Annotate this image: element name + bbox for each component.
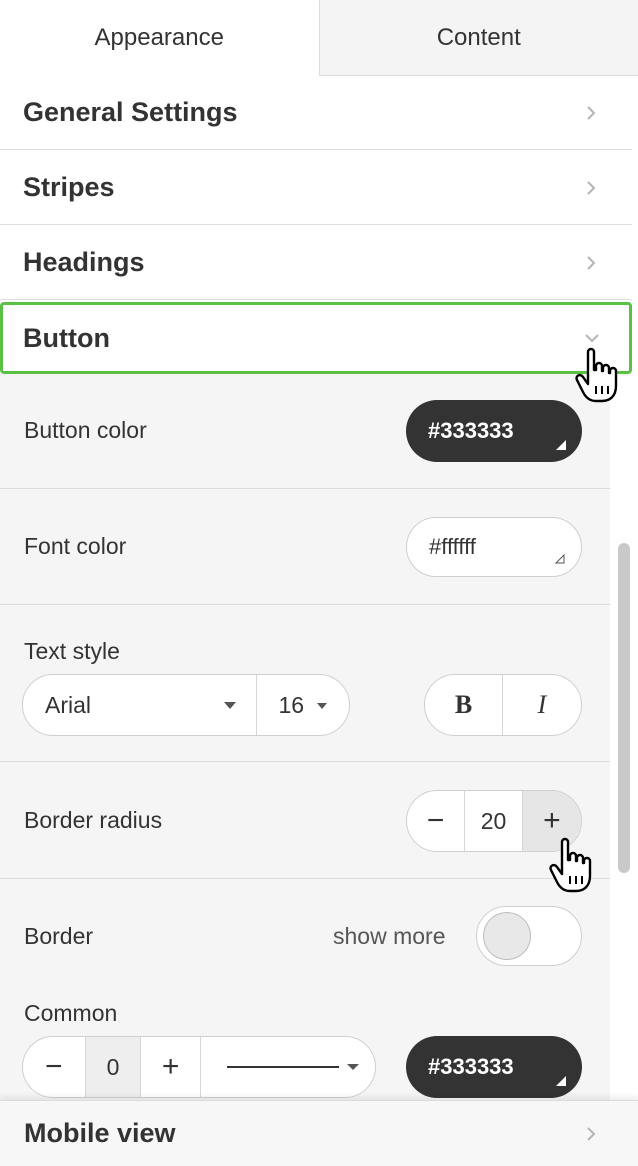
border-width-group: − 0 + xyxy=(22,1036,376,1098)
solid-line-icon xyxy=(226,1064,359,1070)
common-label: Common xyxy=(24,1000,118,1026)
tab-bar: Appearance Content xyxy=(0,0,638,76)
chevron-right-icon xyxy=(587,180,596,195)
scrollbar-thumb[interactable] xyxy=(618,543,630,873)
divider xyxy=(0,761,610,762)
border-width-value: 0 xyxy=(84,1037,141,1097)
font-color-label: Font color xyxy=(24,533,127,559)
font-color-picker[interactable]: #ffffff xyxy=(406,517,582,577)
font-size-select[interactable]: 16 xyxy=(255,675,350,735)
chevron-right-icon xyxy=(587,105,596,120)
hand-cursor-icon xyxy=(575,347,618,403)
font-family-select[interactable]: Arial xyxy=(23,675,256,735)
font-select-group: Arial 16 xyxy=(22,674,350,736)
font-size-value: 16 xyxy=(278,691,305,718)
divider xyxy=(0,604,610,605)
show-more-label: show more xyxy=(333,923,446,949)
text-style-label: Text style xyxy=(24,638,120,664)
section-title: Button xyxy=(23,322,110,353)
corner-handle-icon xyxy=(555,554,565,564)
button-color-value: #333333 xyxy=(428,418,514,443)
button-settings-panel: Button color #333333 Font color #ffffff … xyxy=(0,374,610,1100)
section-mobile-view[interactable]: Mobile view xyxy=(0,1100,638,1166)
chevron-down-icon xyxy=(585,334,599,343)
caret-down-icon xyxy=(223,702,236,709)
section-title: Headings xyxy=(23,247,145,277)
decrement-button[interactable]: − xyxy=(407,791,464,851)
corner-handle-icon xyxy=(556,440,566,450)
toggle-knob xyxy=(483,912,531,960)
section-title: Stripes xyxy=(23,172,115,202)
section-title: Mobile view xyxy=(24,1118,176,1148)
chevron-right-icon xyxy=(587,1126,596,1141)
button-color-label: Button color xyxy=(24,417,147,443)
divider xyxy=(0,488,610,489)
section-general-settings[interactable]: General Settings xyxy=(0,76,632,150)
caret-down-icon xyxy=(317,703,327,709)
button-color-picker[interactable]: #333333 xyxy=(406,400,582,462)
border-label: Border xyxy=(24,923,94,949)
border-color-picker[interactable]: #333333 xyxy=(406,1036,582,1098)
corner-handle-icon xyxy=(556,1076,566,1086)
section-stripes[interactable]: Stripes xyxy=(0,151,632,225)
section-headings[interactable]: Headings xyxy=(0,226,632,300)
hand-cursor-icon xyxy=(549,837,592,893)
chevron-right-icon xyxy=(587,255,596,270)
section-title: General Settings xyxy=(23,97,238,127)
divider xyxy=(0,878,610,879)
show-more-toggle[interactable] xyxy=(476,906,582,966)
increment-button[interactable]: + xyxy=(140,1037,200,1097)
italic-button[interactable]: I xyxy=(502,675,581,735)
section-button[interactable]: Button xyxy=(0,302,632,374)
border-style-select[interactable] xyxy=(199,1037,375,1097)
tab-appearance[interactable]: Appearance xyxy=(0,0,319,76)
border-radius-value: 20 xyxy=(464,791,521,851)
font-color-value: #ffffff xyxy=(429,534,476,559)
decrement-button[interactable]: − xyxy=(23,1037,85,1097)
bold-button[interactable]: B xyxy=(425,675,502,735)
tab-content[interactable]: Content xyxy=(318,0,638,76)
border-color-value: #333333 xyxy=(428,1054,514,1079)
font-family-value: Arial xyxy=(45,691,92,718)
font-style-group: B I xyxy=(424,674,582,736)
border-radius-label: Border radius xyxy=(24,807,163,833)
